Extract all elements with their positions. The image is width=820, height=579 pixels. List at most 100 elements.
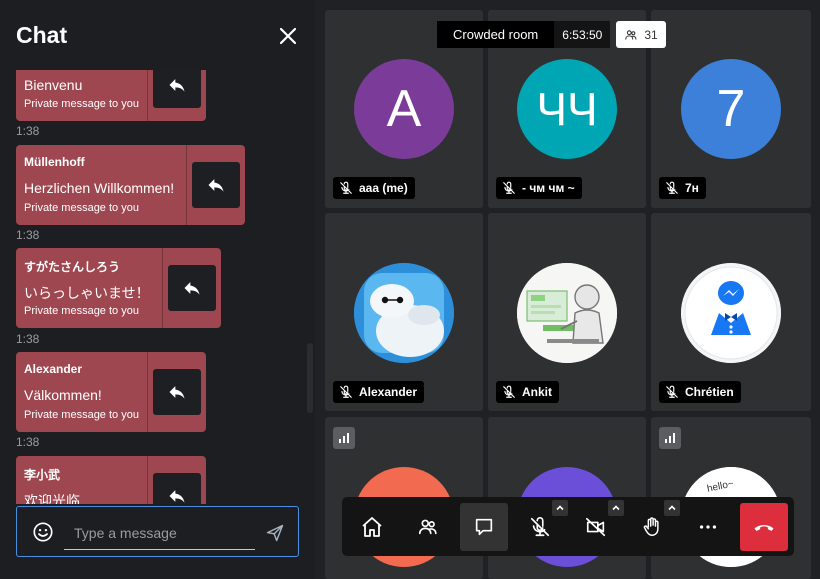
participant-name: Chrétien [685,385,734,399]
chat-message: Müllenhoff Herzlichen Willkommen! Privat… [16,145,245,225]
reply-icon [169,386,185,399]
reactions-options-button[interactable] [664,500,680,516]
chat-message: Bienvenu Private message to you [16,70,206,121]
participant-tile[interactable]: Chrétien [651,213,811,411]
chat-panel: Chat Bienvenu Private message to you 1:3… [0,0,315,579]
participant-tile[interactable]: 7 7н [651,10,811,208]
connection-signal-icon[interactable] [333,427,355,449]
raise-hand-icon [643,517,659,536]
participant-name: 7н [685,181,699,195]
mic-muted-icon [530,517,550,537]
camera-options-button[interactable] [608,500,624,516]
message-text: 欢迎光临 [24,493,80,504]
message-sender: Müllenhoff [24,155,85,169]
participants-count-button[interactable]: 31 [616,21,666,48]
reply-button[interactable] [192,162,240,208]
app-window: Chat Bienvenu Private message to you 1:3… [0,0,820,579]
message-text: Välkommen! [24,387,102,403]
avatar: A [354,59,454,159]
close-chat-button[interactable] [276,24,300,48]
reply-button[interactable] [168,265,216,311]
camera-off-icon [586,517,606,537]
participant-tile[interactable]: Ankit [488,213,646,411]
name-tag: - чм чм ~ [496,177,582,199]
more-options-button[interactable] [684,503,732,551]
chat-message: Alexander Välkommen! Private message to … [16,352,206,432]
participant-count: 31 [644,27,658,42]
more-icon [699,525,717,529]
reply-button[interactable] [153,369,201,415]
home-button[interactable] [348,503,396,551]
message-time: 1:38 [16,435,40,449]
private-message-note: Private message to you [24,409,139,421]
name-tag: Alexander [333,381,425,403]
close-icon [279,27,297,45]
message-text: いらっしゃいませ！ [24,285,150,301]
message-text: Bienvenu [24,77,83,93]
hangup-icon [754,525,774,531]
chat-button[interactable] [460,503,508,551]
reply-icon [184,282,200,295]
name-tag: Chrétien [659,381,741,403]
participant-tile[interactable]: Alexander [325,213,483,411]
chevron-up-icon [668,505,676,511]
robot-avatar [517,263,617,363]
home-icon [362,517,382,537]
message-input[interactable] [64,517,255,550]
name-tag: aaa (me) [333,177,415,199]
baymax-avatar [354,263,454,363]
emoji-button[interactable] [32,521,54,543]
participants-icon [625,29,637,40]
chat-scrollbar[interactable] [307,343,313,413]
call-toolbar [342,497,794,556]
chevron-up-icon [556,505,564,511]
chat-message-list[interactable]: Bienvenu Private message to you 1:38 Mül… [0,70,315,504]
hangup-button[interactable] [740,503,788,551]
participant-name: Ankit [522,385,552,399]
room-name: Crowded room [437,21,555,48]
participant-name: Alexander [359,385,418,399]
mic-muted-icon [503,385,515,398]
message-composer [16,506,299,557]
reply-button[interactable] [153,473,201,504]
send-button[interactable] [265,523,285,543]
message-time: 1:38 [16,124,40,138]
mic-muted-icon [340,181,352,194]
chat-title: Chat [16,22,68,48]
message-time: 1:38 [16,332,40,346]
reply-icon [169,490,185,503]
participant-name: - чм чм ~ [522,181,575,195]
private-message-note: Private message to you [24,98,139,110]
mic-muted-icon [503,181,515,194]
private-message-note: Private message to you [24,305,139,317]
smiley-icon [33,522,53,542]
video-stage: A aaa (me) ЧЧ - чм чм ~ 7 7н Alexander A… [315,0,820,579]
connection-signal-icon[interactable] [659,427,681,449]
message-sender: Alexander [24,362,83,376]
message-text: Herzlichen Willkommen! [24,180,175,196]
participant-name: aaa (me) [359,181,408,195]
reply-button[interactable] [153,70,201,108]
mic-muted-icon [340,385,352,398]
chat-message: すがたさんしろう いらっしゃいませ！ Private message to yo… [16,248,221,328]
message-sender: 李小武 [24,468,61,482]
reply-icon [169,79,185,92]
name-tag: 7н [659,177,706,199]
room-timer: 6:53:50 [554,21,611,48]
participants-button[interactable] [404,503,452,551]
message-time: 1:38 [16,228,40,242]
avatar: ЧЧ [517,59,617,159]
chevron-up-icon [612,505,620,511]
microphone-options-button[interactable] [552,500,568,516]
messenger-bot-avatar [681,263,781,363]
chat-message: 李小武 欢迎光临 [16,456,206,504]
participants-icon [418,519,437,535]
message-sender: すがたさんしろう [24,260,121,274]
mic-muted-icon [666,385,678,398]
private-message-note: Private message to you [24,202,139,214]
reply-icon [208,179,224,192]
name-tag: Ankit [496,381,559,403]
mic-muted-icon [666,181,678,194]
room-info-bar: Crowded room 6:53:50 31 [437,21,666,48]
send-icon [266,524,284,542]
